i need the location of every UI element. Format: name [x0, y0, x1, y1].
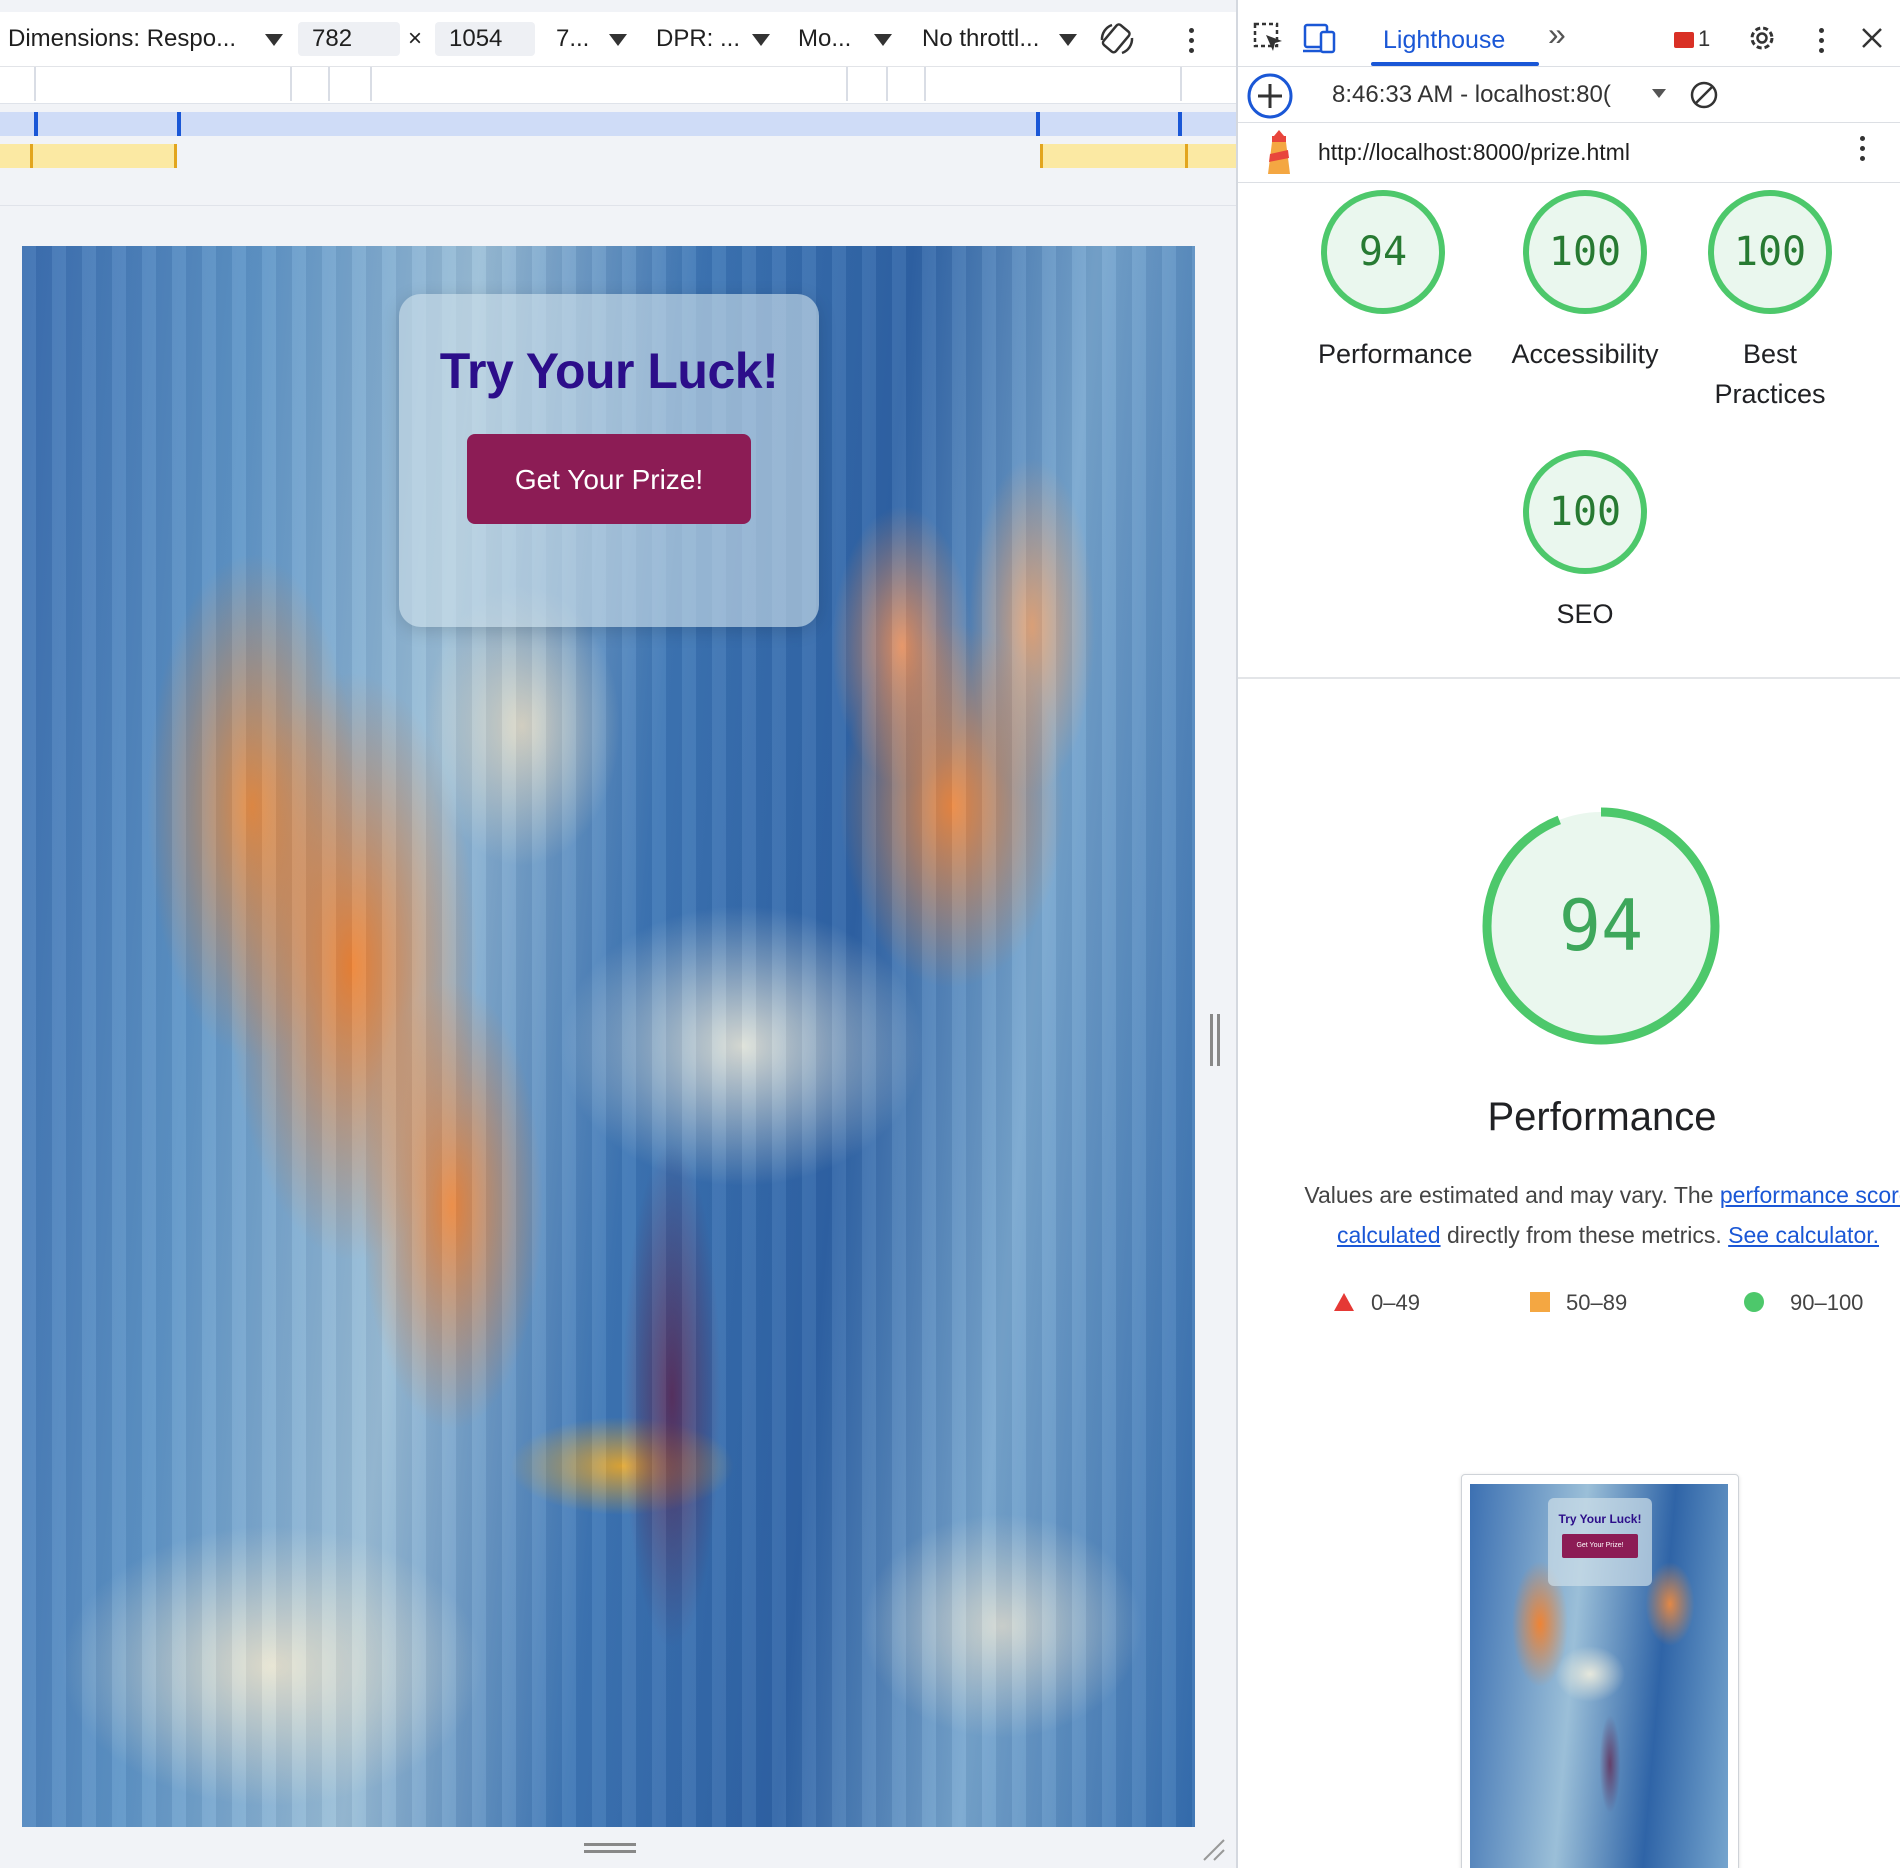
lighthouse-logo-icon [1268, 130, 1290, 174]
legend-range: 0–49 [1371, 1290, 1420, 1315]
gauge-score: 94 [1321, 190, 1445, 314]
legend-range: 50–89 [1566, 1290, 1628, 1315]
orange-square-icon [1530, 1292, 1550, 1312]
gauge-score: 100 [1523, 190, 1647, 314]
device-more-options-icon[interactable] [1189, 28, 1195, 58]
desc-text: directly from these metrics. [1440, 1222, 1729, 1248]
see-calculator-link[interactable]: See calculator. [1728, 1222, 1879, 1248]
legend-pass: 90–100 [1744, 1290, 1863, 1316]
dimensions-caret-icon[interactable] [265, 34, 283, 46]
gauge-score: 100 [1708, 190, 1832, 314]
report-selector-caret-icon[interactable] [1652, 89, 1666, 98]
gauge-score: 100 [1523, 450, 1647, 574]
devtools-panel: Lighthouse » 1 8:46:33 AM - localhost:80… [1236, 0, 1900, 1868]
report-more-options-icon[interactable] [1860, 136, 1866, 166]
prize-card: Try Your Luck! Get Your Prize! [399, 294, 819, 627]
active-tab-indicator [1371, 62, 1539, 66]
legend-fail: 0–49 [1333, 1290, 1420, 1316]
performance-description: Values are estimated and may vary. The p… [1258, 1175, 1900, 1255]
device-toggle-icon[interactable] [1302, 21, 1338, 55]
settings-gear-icon[interactable] [1746, 22, 1778, 54]
red-triangle-icon [1334, 1293, 1354, 1311]
height-input[interactable]: 1054 [435, 22, 535, 56]
desc-text: Values are estimated and may vary. The [1304, 1182, 1720, 1208]
gauge-label: Best Practices [1714, 339, 1826, 409]
gauge-seo[interactable]: 100 SEO [1510, 450, 1660, 634]
section-divider [1238, 677, 1900, 679]
thumbnail-image: Try Your Luck! Get Your Prize! [1470, 1484, 1728, 1868]
get-prize-button[interactable]: Get Your Prize! [467, 434, 751, 524]
error-count: 1 [1698, 26, 1711, 51]
prize-title: Try Your Luck! [439, 343, 779, 399]
performance-score-link[interactable]: performance score [1720, 1182, 1900, 1208]
dimensions-dropdown[interactable]: Dimensions: Respo... [8, 12, 236, 66]
gauge-label: Accessibility [1511, 339, 1659, 369]
report-url: http://localhost:8000/prize.html [1318, 139, 1630, 165]
zoom-caret-icon[interactable] [609, 34, 627, 46]
page-viewport: Try Your Luck! Get Your Prize! [22, 246, 1195, 1827]
min-width-media-bar-left[interactable] [0, 144, 176, 168]
thumbnail-card: Try Your Luck! Get Your Prize! [1548, 1498, 1652, 1586]
media-query-ruler [0, 67, 1236, 104]
close-devtools-icon[interactable] [1860, 26, 1884, 50]
devtools-more-options-icon[interactable] [1819, 28, 1825, 58]
max-width-media-bar[interactable] [0, 112, 1236, 136]
gauge-label: SEO [1556, 599, 1614, 629]
legend-average: 50–89 [1530, 1290, 1627, 1316]
dpr-dropdown[interactable]: DPR: ... [656, 12, 740, 66]
clear-reports-icon[interactable] [1688, 79, 1720, 111]
report-url-row: http://localhost:8000/prize.html [1238, 122, 1900, 183]
throttling-caret-icon[interactable] [1059, 34, 1077, 46]
calculated-link[interactable]: calculated [1337, 1222, 1441, 1248]
legend-range: 90–100 [1790, 1290, 1864, 1315]
error-icon [1674, 32, 1694, 49]
inspect-element-icon[interactable] [1252, 21, 1286, 55]
gauge-accessibility[interactable]: 100 Accessibility [1510, 190, 1660, 374]
device-emulation-pane: Dimensions: Respo... 782 × 1054 7... DPR… [0, 0, 1236, 1868]
performance-heading: Performance [1487, 1095, 1717, 1139]
gauge-performance[interactable]: 94 Performance [1318, 190, 1473, 374]
device-type-dropdown[interactable]: Mo... [798, 12, 851, 66]
tab-lighthouse[interactable]: Lighthouse [1371, 12, 1517, 66]
viewport-height-handle[interactable] [584, 1843, 636, 1853]
device-type-caret-icon[interactable] [874, 34, 892, 46]
min-width-media-bar-right[interactable] [1040, 144, 1236, 168]
width-input[interactable]: 782 [298, 22, 400, 56]
rotate-icon[interactable] [1098, 20, 1136, 58]
final-screenshot-thumbnail[interactable]: Try Your Luck! Get Your Prize! [1461, 1474, 1739, 1868]
performance-big-score: 94 [1558, 885, 1644, 967]
throttling-dropdown[interactable]: No throttl... [922, 12, 1039, 66]
error-count-badge[interactable]: 1 [1674, 26, 1710, 52]
report-selector[interactable]: 8:46:33 AM - localhost:80( [1332, 67, 1611, 122]
gauge-best-practices[interactable]: 100 Best Practices [1705, 190, 1835, 414]
zoom-dropdown[interactable]: 7... [556, 12, 589, 66]
thumbnail-button: Get Your Prize! [1562, 1534, 1638, 1558]
resize-corner-icon[interactable] [1202, 1838, 1226, 1862]
more-tabs-icon[interactable]: » [1548, 16, 1566, 53]
green-circle-icon [1744, 1292, 1764, 1312]
lighthouse-toolbar: 8:46:33 AM - localhost:80( [1238, 67, 1900, 123]
ruler-divider [0, 205, 1236, 206]
thumbnail-title: Try Your Luck! [1558, 1512, 1642, 1526]
viewport-width-handle[interactable] [1210, 1014, 1220, 1066]
device-toolbar: Dimensions: Respo... 782 × 1054 7... DPR… [0, 12, 1236, 67]
gauge-label: Performance [1318, 339, 1473, 369]
devtools-tab-bar: Lighthouse » 1 [1238, 12, 1900, 67]
new-report-plus-icon[interactable] [1246, 72, 1294, 120]
dpr-caret-icon[interactable] [752, 34, 770, 46]
times-sign: × [408, 25, 423, 52]
